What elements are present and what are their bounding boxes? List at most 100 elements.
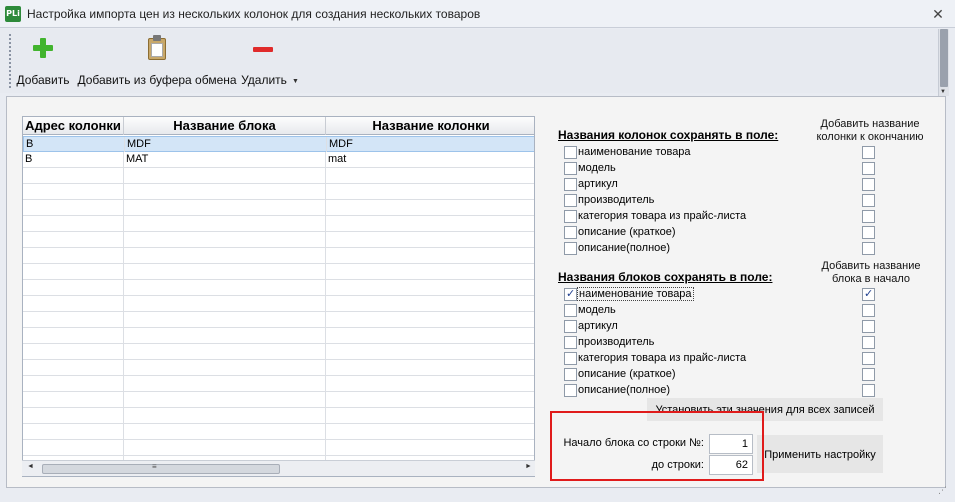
column-name-append-checkbox[interactable] bbox=[862, 194, 875, 207]
cell-block-name[interactable] bbox=[124, 424, 326, 439]
column-name-field-label[interactable]: наименование товара bbox=[578, 146, 691, 158]
block-name-field-checkbox[interactable] bbox=[564, 287, 577, 301]
cell-column-name[interactable] bbox=[326, 408, 534, 423]
scroll-left-arrow-icon[interactable]: ◄ bbox=[27, 463, 34, 470]
block-name-prepend-checkbox[interactable] bbox=[862, 287, 875, 301]
column-name-append-checkbox[interactable] bbox=[862, 178, 875, 191]
column-name-field-label[interactable]: артикул bbox=[578, 178, 618, 190]
cell-address[interactable] bbox=[23, 424, 124, 439]
toolbar-scrollbar[interactable]: ▼ bbox=[938, 29, 949, 96]
cell-address[interactable]: B bbox=[24, 137, 125, 152]
block-name-prepend-checkbox[interactable] bbox=[862, 336, 875, 349]
close-button[interactable]: ✕ bbox=[927, 4, 949, 24]
block-name-field-checkbox[interactable] bbox=[564, 304, 577, 317]
cell-address[interactable] bbox=[23, 168, 124, 183]
block-name-prepend-checkbox[interactable] bbox=[862, 368, 875, 381]
table-row[interactable] bbox=[23, 344, 534, 360]
block-name-prepend-checkbox[interactable] bbox=[862, 352, 875, 365]
toolbar-scrollbar-thumb[interactable] bbox=[940, 29, 948, 87]
cell-block-name[interactable]: MDF bbox=[125, 137, 327, 152]
cell-block-name[interactable] bbox=[124, 440, 326, 455]
cell-column-name[interactable] bbox=[326, 312, 534, 327]
cell-address[interactable] bbox=[23, 328, 124, 343]
cell-block-name[interactable] bbox=[124, 200, 326, 215]
cell-column-name[interactable] bbox=[326, 296, 534, 311]
cell-address[interactable]: B bbox=[23, 152, 124, 167]
scroll-right-arrow-icon[interactable]: ► bbox=[525, 463, 532, 470]
block-name-field-checkbox[interactable] bbox=[564, 384, 577, 397]
cell-block-name[interactable] bbox=[124, 376, 326, 391]
block-name-field-checkbox[interactable] bbox=[564, 320, 577, 333]
cell-address[interactable] bbox=[23, 232, 124, 247]
column-name-append-checkbox[interactable] bbox=[862, 242, 875, 255]
table-row[interactable] bbox=[23, 424, 534, 440]
block-name-field-checkbox[interactable] bbox=[564, 368, 577, 381]
table-row[interactable] bbox=[23, 392, 534, 408]
cell-block-name[interactable] bbox=[124, 312, 326, 327]
add-button[interactable]: Добавить bbox=[14, 33, 72, 89]
cell-block-name[interactable] bbox=[124, 344, 326, 359]
column-name-append-checkbox[interactable] bbox=[862, 146, 875, 159]
table-row[interactable] bbox=[23, 360, 534, 376]
cell-address[interactable] bbox=[23, 360, 124, 375]
cell-block-name[interactable] bbox=[124, 360, 326, 375]
cell-column-name[interactable] bbox=[326, 184, 534, 199]
column-header-address[interactable]: Адрес колонки bbox=[23, 117, 124, 135]
column-name-field-checkbox[interactable] bbox=[564, 162, 577, 175]
column-name-append-checkbox[interactable] bbox=[862, 226, 875, 239]
apply-settings-button[interactable]: Применить настройку bbox=[757, 435, 883, 473]
column-name-append-checkbox[interactable] bbox=[862, 210, 875, 223]
table-row[interactable] bbox=[23, 376, 534, 392]
cell-block-name[interactable] bbox=[124, 232, 326, 247]
block-name-prepend-checkbox[interactable] bbox=[862, 384, 875, 397]
cell-column-name[interactable] bbox=[326, 168, 534, 183]
cell-address[interactable] bbox=[23, 296, 124, 311]
cell-block-name[interactable]: MAT bbox=[124, 152, 326, 167]
cell-column-name[interactable] bbox=[326, 200, 534, 215]
column-name-field-checkbox[interactable] bbox=[564, 242, 577, 255]
table-row[interactable] bbox=[23, 216, 534, 232]
column-name-field-label[interactable]: модель bbox=[578, 162, 616, 174]
cell-column-name[interactable]: MDF bbox=[327, 137, 534, 152]
cell-address[interactable] bbox=[23, 312, 124, 327]
table-row[interactable] bbox=[23, 408, 534, 424]
cell-column-name[interactable] bbox=[326, 440, 534, 455]
cell-column-name[interactable]: mat bbox=[326, 152, 534, 167]
column-name-field-label[interactable]: описание (краткое) bbox=[578, 226, 676, 238]
cell-block-name[interactable] bbox=[124, 216, 326, 231]
cell-column-name[interactable] bbox=[326, 280, 534, 295]
cell-column-name[interactable] bbox=[326, 232, 534, 247]
cell-column-name[interactable] bbox=[326, 328, 534, 343]
column-name-field-checkbox[interactable] bbox=[564, 146, 577, 159]
cell-column-name[interactable] bbox=[326, 376, 534, 391]
add-from-clipboard-button[interactable]: Добавить из буфера обмена bbox=[77, 33, 237, 89]
table-row[interactable] bbox=[23, 328, 534, 344]
cell-block-name[interactable] bbox=[124, 296, 326, 311]
column-name-field-label[interactable]: описание(полное) bbox=[578, 242, 670, 254]
cell-column-name[interactable] bbox=[326, 360, 534, 375]
cell-column-name[interactable] bbox=[326, 344, 534, 359]
cell-block-name[interactable] bbox=[124, 264, 326, 279]
cell-address[interactable] bbox=[23, 280, 124, 295]
table-row[interactable] bbox=[23, 280, 534, 296]
table-row[interactable]: B MAT mat bbox=[23, 152, 534, 168]
column-name-field-checkbox[interactable] bbox=[564, 194, 577, 207]
block-name-field-label[interactable]: модель bbox=[578, 304, 616, 316]
table-horizontal-scrollbar[interactable]: ◄ ≡ ► bbox=[22, 460, 535, 476]
toolbar-grip[interactable] bbox=[9, 34, 11, 88]
cell-column-name[interactable] bbox=[326, 216, 534, 231]
resize-grip-icon[interactable]: ⋰ bbox=[938, 485, 947, 496]
delete-button[interactable]: Удалить bbox=[240, 33, 288, 89]
cell-address[interactable] bbox=[23, 216, 124, 231]
cell-block-name[interactable] bbox=[124, 184, 326, 199]
cell-address[interactable] bbox=[23, 200, 124, 215]
table-row[interactable] bbox=[23, 200, 534, 216]
column-name-field-checkbox[interactable] bbox=[564, 210, 577, 223]
table-row[interactable] bbox=[23, 312, 534, 328]
cell-block-name[interactable] bbox=[124, 392, 326, 407]
table-row[interactable] bbox=[23, 296, 534, 312]
cell-block-name[interactable] bbox=[124, 280, 326, 295]
table-row[interactable] bbox=[23, 248, 534, 264]
block-name-field-label[interactable]: артикул bbox=[578, 320, 618, 332]
column-name-field-checkbox[interactable] bbox=[564, 226, 577, 239]
